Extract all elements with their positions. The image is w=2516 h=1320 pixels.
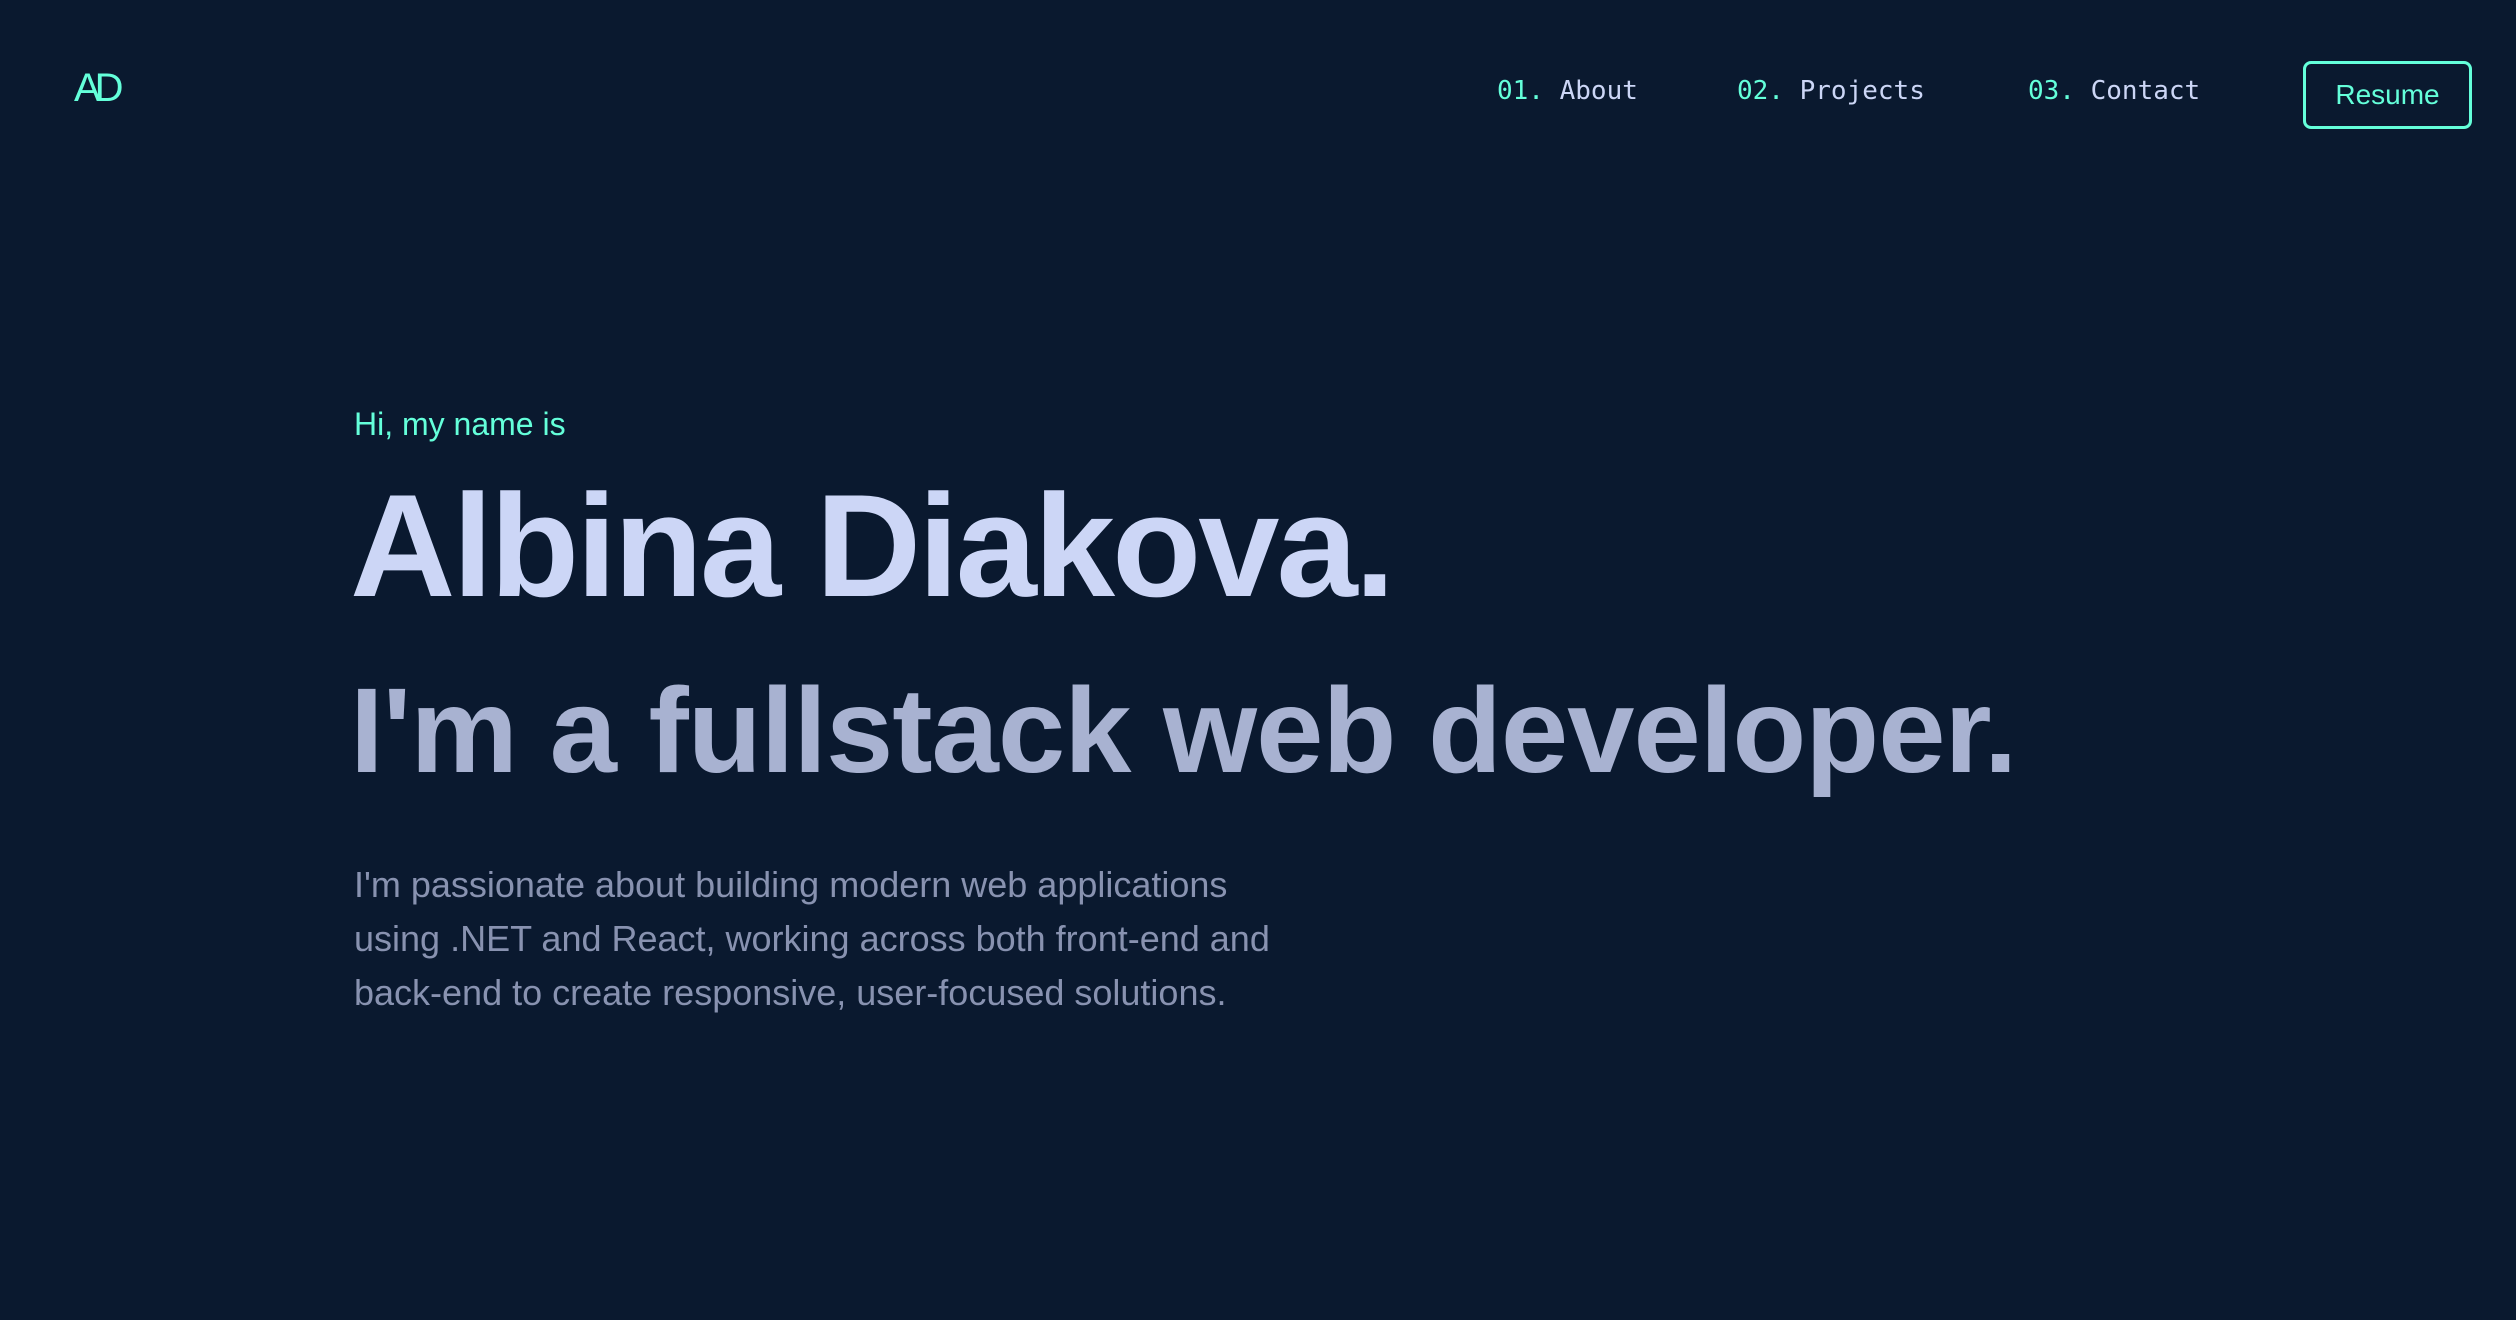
nav-contact[interactable]: 03. Contact — [2028, 76, 2200, 106]
greeting: Hi, my name is — [354, 406, 566, 442]
nav-number: 02. — [1737, 76, 1784, 106]
resume-button[interactable]: Resume — [2303, 61, 2472, 129]
nav-projects[interactable]: 02. Projects — [1737, 76, 1925, 106]
nav-label: Contact — [2090, 76, 2201, 106]
hero-description: I'm passionate about building modern web… — [354, 858, 1270, 1020]
nav-about[interactable]: 01. About — [1497, 76, 1638, 106]
hero-name: Albina Diakova. — [350, 464, 1395, 627]
hero-tagline: I'm a fullstack web developer. — [350, 662, 2018, 798]
description-line: using .NET and React, working across bot… — [354, 918, 1270, 959]
nav-number: 03. — [2028, 76, 2075, 106]
logo-link[interactable]: AD — [74, 66, 124, 111]
description-line: back-end to create responsive, user-focu… — [354, 972, 1227, 1013]
nav-label: About — [1559, 76, 1638, 106]
description-line: I'm passionate about building modern web… — [354, 864, 1228, 905]
nav-label: Projects — [1799, 76, 1925, 106]
nav-number: 01. — [1497, 76, 1544, 106]
